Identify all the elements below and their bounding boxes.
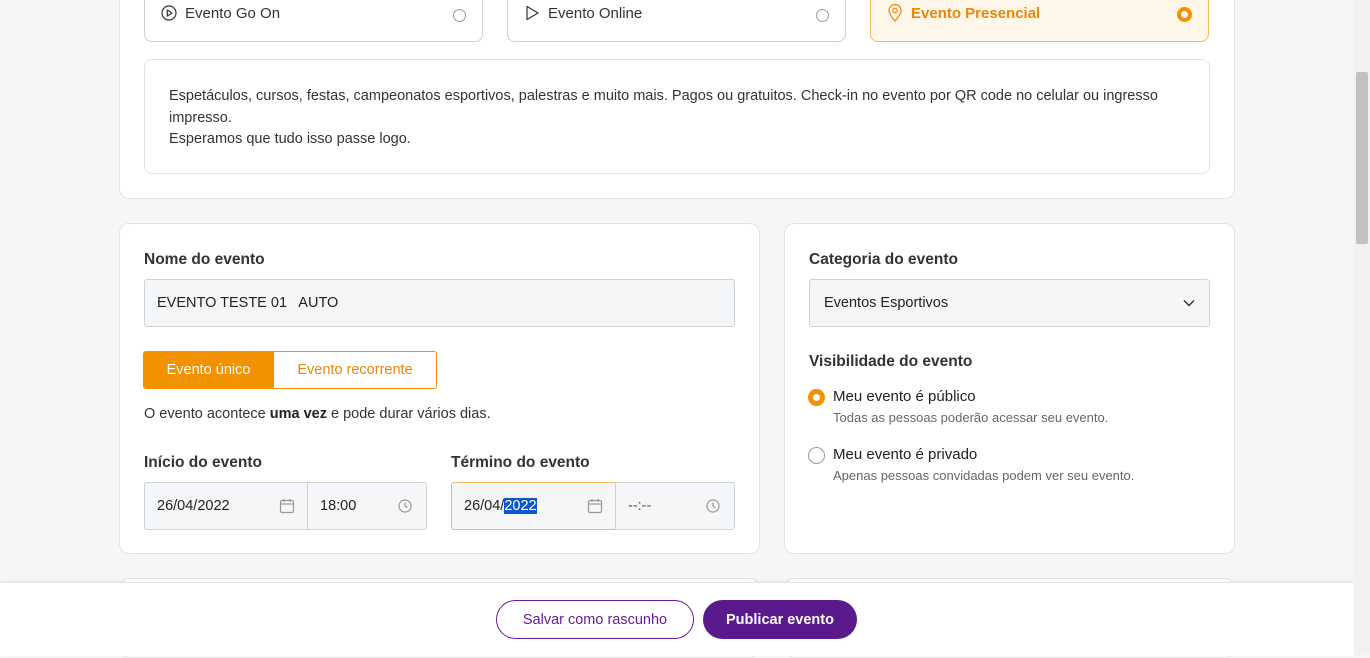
event-type-radio[interactable]	[816, 9, 829, 22]
event-type-go-on[interactable]: Evento Go On	[144, 0, 483, 42]
single-event-button[interactable]: Evento único	[143, 351, 274, 389]
page-scrollbar[interactable]	[1354, 0, 1370, 655]
end-label: Término do evento	[451, 454, 590, 471]
clock-icon[interactable]	[398, 499, 412, 513]
play-circle-icon	[161, 4, 179, 22]
scrollbar-thumb[interactable]	[1356, 72, 1368, 244]
visibility-option-public[interactable]: Meu evento é público Todas as pessoas po…	[808, 388, 1108, 425]
event-type-presencial[interactable]: Evento Presencial	[870, 0, 1209, 42]
visibility-option-title: Meu evento é privado	[833, 446, 978, 463]
category-select[interactable]: Eventos Esportivos	[809, 279, 1210, 327]
frequency-hint: O evento acontece uma vez e pode durar v…	[144, 406, 491, 422]
event-type-label: Evento Online	[548, 5, 643, 22]
start-time-value: 18:00	[320, 498, 357, 514]
calendar-icon[interactable]	[279, 498, 295, 514]
visibility-option-title: Meu evento é público	[833, 388, 976, 405]
publish-event-button[interactable]: Publicar evento	[703, 600, 857, 639]
chevron-down-icon	[1183, 299, 1195, 307]
end-date-prefix: 26/04/	[464, 498, 505, 514]
event-type-label: Evento Go On	[185, 5, 281, 22]
play-icon	[524, 4, 542, 22]
end-time-placeholder: --:--	[628, 498, 652, 514]
visibility-option-subtitle: Todas as pessoas poderão acessar seu eve…	[833, 410, 1109, 425]
start-label: Início do evento	[144, 454, 262, 471]
recurring-event-button[interactable]: Evento recorrente	[274, 351, 437, 389]
description-note: Esperamos que tudo isso passe logo.	[169, 131, 411, 147]
event-name-input[interactable]: EVENTO TESTE 01 AUTO	[144, 279, 735, 327]
save-draft-button[interactable]: Salvar como rascunho	[496, 600, 694, 639]
visibility-radio[interactable]	[808, 447, 825, 464]
hint-suffix: e pode durar vários dias.	[326, 406, 491, 422]
calendar-icon[interactable]	[587, 498, 603, 514]
description-text: Espetáculos, cursos, festas, campeonatos…	[169, 88, 1158, 126]
end-date-year-selected: 2022	[504, 498, 537, 514]
hint-prefix: O evento acontece	[144, 406, 270, 422]
event-type-radio[interactable]	[1177, 7, 1192, 22]
hint-bold: uma vez	[269, 406, 327, 422]
category-label: Categoria do evento	[809, 251, 958, 268]
event-type-online[interactable]: Evento Online	[507, 0, 846, 42]
event-name-value: EVENTO TESTE 01 AUTO	[157, 295, 339, 311]
map-pin-icon	[887, 4, 905, 22]
visibility-label: Visibilidade do evento	[809, 353, 973, 370]
start-date-value: 26/04/2022	[157, 498, 230, 514]
event-name-label: Nome do evento	[144, 251, 265, 268]
start-date-input[interactable]: 26/04/2022	[144, 482, 308, 530]
action-footer: Salvar como rascunho Publicar evento	[0, 582, 1354, 656]
end-date-input[interactable]: 26/04/2022	[451, 482, 616, 530]
event-type-radio[interactable]	[453, 9, 466, 22]
clock-icon[interactable]	[706, 499, 720, 513]
start-time-input[interactable]: 18:00	[307, 482, 427, 530]
event-type-description: Espetáculos, cursos, festas, campeonatos…	[144, 59, 1210, 174]
visibility-radio[interactable]	[808, 389, 825, 406]
visibility-option-private[interactable]: Meu evento é privado Apenas pessoas conv…	[808, 446, 1134, 483]
visibility-option-subtitle: Apenas pessoas convidadas podem ver seu …	[833, 468, 1135, 483]
category-value: Eventos Esportivos	[824, 295, 949, 311]
end-time-input[interactable]: --:--	[615, 482, 735, 530]
end-date-value: 26/04/2022	[464, 498, 587, 514]
event-type-label: Evento Presencial	[911, 5, 1041, 22]
